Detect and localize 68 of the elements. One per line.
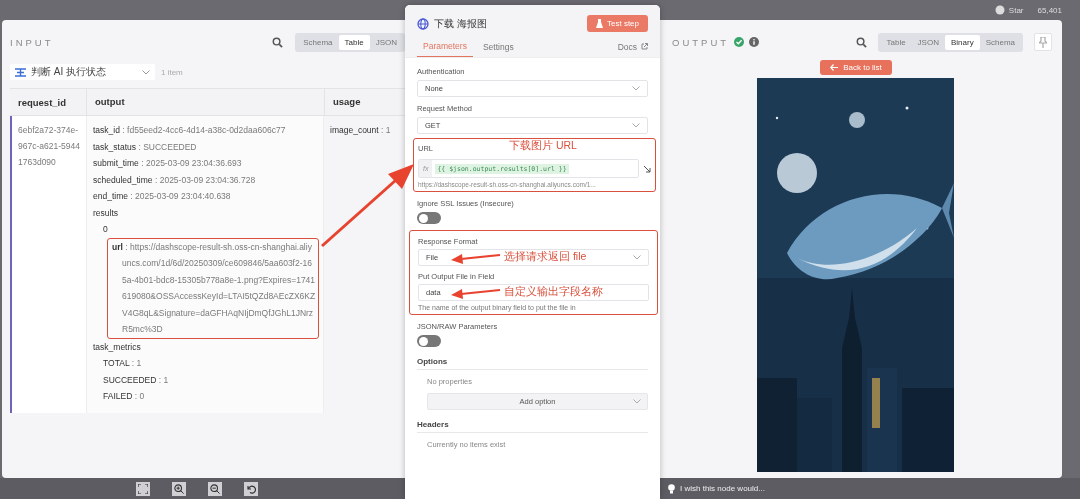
field-entry: submit_time : 2025-03-09 23:04:36.693 xyxy=(93,157,243,170)
chevron-icon xyxy=(632,123,640,128)
search-icon[interactable] xyxy=(856,36,868,48)
github-icon xyxy=(994,5,1005,15)
annotation-arrow xyxy=(451,287,501,299)
toggle-switch[interactable] xyxy=(417,212,441,224)
section-title: Options xyxy=(417,351,648,370)
node-icon xyxy=(15,67,26,77)
lightbulb-icon xyxy=(668,483,675,494)
field-entry: scheduled_time : 2025-03-09 23:04:36.728 xyxy=(93,173,257,187)
column-header: output xyxy=(86,89,324,115)
annotation-text: 下载图片 URL xyxy=(509,139,577,153)
zoom-out-icon[interactable] xyxy=(208,481,222,496)
field-key: 0 xyxy=(103,221,319,238)
fit-view-icon[interactable] xyxy=(136,481,150,496)
panel-title: INPUT xyxy=(10,36,54,48)
view-tab[interactable]: Schema xyxy=(297,34,339,50)
docs-link[interactable]: Docs xyxy=(617,41,637,52)
expand-icon[interactable] xyxy=(643,164,651,173)
field-key: task_metrics xyxy=(93,338,319,355)
field-entry: TOTAL : 1 xyxy=(103,357,143,370)
item-count: 1 item xyxy=(161,67,183,77)
node-title: 下载 海报图 xyxy=(434,16,487,31)
annotation-text: 选择请求返回 file xyxy=(504,250,587,264)
field-entry: image_count : 1 xyxy=(330,124,392,137)
field-entry: end_time : 2025-03-09 23:04:40.638 xyxy=(93,190,232,203)
pin-icon xyxy=(1039,36,1047,48)
field-entry: SUCCEEDED : 1 xyxy=(103,373,170,387)
view-tab[interactable]: Schema xyxy=(979,34,1021,50)
chevron-icon xyxy=(633,399,641,404)
annotation-text: 自定义输出字段名称 xyxy=(504,285,603,299)
column-header: usage xyxy=(324,89,361,115)
arrow-left-icon xyxy=(830,64,839,71)
annotation-arrow xyxy=(451,252,501,264)
chevron-icon xyxy=(632,86,640,91)
panel-title: OUTPUT xyxy=(672,36,730,48)
globe-icon xyxy=(417,17,429,30)
success-icon xyxy=(734,37,745,47)
chevron-icon xyxy=(633,255,641,260)
zoom-in-icon[interactable] xyxy=(172,481,186,496)
star-count: 65,401 xyxy=(1037,5,1062,15)
view-tab[interactable]: Table xyxy=(880,34,912,50)
node-tab[interactable]: Settings xyxy=(476,36,520,57)
table-cell: 6ebf2a72-374e-967c-a621-59441763d090 xyxy=(18,125,80,167)
flask-icon xyxy=(596,19,603,28)
field-entry: FAILED : 0 xyxy=(103,390,146,403)
back-to-list-button[interactable]: Back to list xyxy=(820,60,892,75)
field-entry: url : https://dashscope-result-sh.oss-cn-shanghai.aliyuncs.com/1d/6d/20250309/ce609846/5aa603f2-165a-4b01-bdc8-15305b778a8e-1.png?Expires=1741619080&OSSAccessKeyId=LTAI5tQZd8AEcZX6KZV4G8qL&Signature=daGFHAqNIjDmQfJGhL1JNrzR5mc%3D xyxy=(112,240,316,336)
field-entry: task_id : fd55eed2-4cc6-4d14-a38c-0d2daa606c77 xyxy=(93,124,287,137)
toggle-switch[interactable] xyxy=(417,335,441,347)
info-icon xyxy=(749,37,760,47)
view-tab[interactable]: Binary xyxy=(944,34,980,50)
view-tab[interactable]: JSON xyxy=(911,34,945,50)
field-entry: task_status : SUCCEEDED xyxy=(93,140,198,154)
column-header: request_id xyxy=(17,96,68,108)
node-tab[interactable]: Parameters xyxy=(417,36,473,57)
search-icon[interactable] xyxy=(272,36,284,48)
field-key: results xyxy=(93,204,319,221)
view-tab[interactable]: Table xyxy=(338,34,370,50)
view-tab[interactable]: JSON xyxy=(369,34,403,50)
external-link-icon xyxy=(641,43,648,50)
github-star-button[interactable]: Star xyxy=(994,5,1024,15)
section-title: Headers xyxy=(417,414,648,433)
node-select[interactable]: 判断 AI 执行状态 xyxy=(10,64,155,80)
feedback-text[interactable]: I wish this node would... xyxy=(680,484,765,493)
test-step-button[interactable]: Test step xyxy=(587,15,648,32)
undo-icon[interactable] xyxy=(244,481,258,496)
chevron-icon xyxy=(142,69,150,75)
